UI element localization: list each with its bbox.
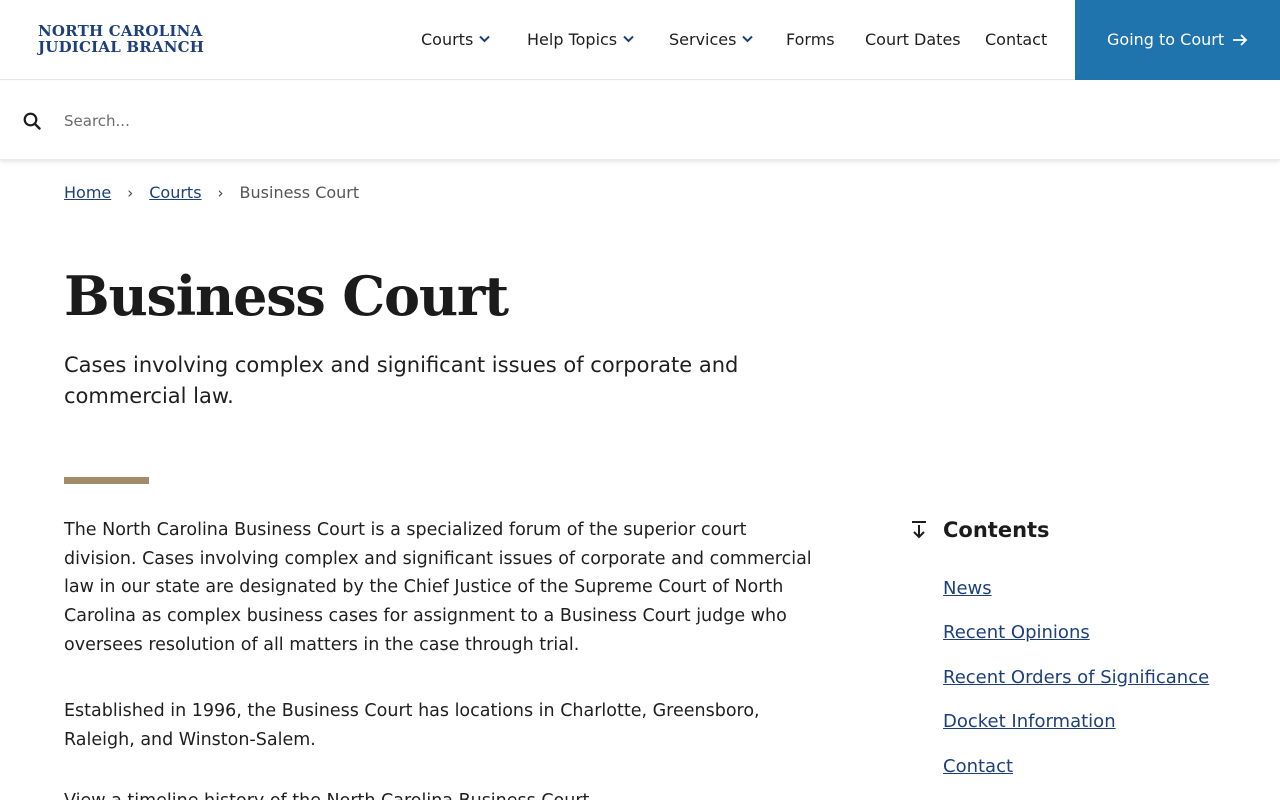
breadcrumb-current: Business Court: [239, 183, 360, 202]
breadcrumb-courts[interactable]: Courts: [149, 183, 201, 202]
site-header: NORTH CAROLINA JUDICIAL BRANCH Courts He…: [0, 0, 1280, 80]
breadcrumb-separator: ›: [127, 184, 134, 202]
contents-heading: Contents: [943, 518, 1050, 542]
nav-contact-label: Contact: [985, 30, 1048, 49]
breadcrumb-separator: ›: [217, 184, 224, 202]
nav-services-label: Services: [669, 30, 737, 49]
chevron-down-icon: [479, 35, 491, 43]
going-to-court-button[interactable]: Going to Court: [1075, 0, 1280, 80]
nav-forms-label: Forms: [786, 30, 835, 49]
established-paragraph: Established in 1996, the Business Court …: [64, 701, 760, 750]
page-title: Business Court: [64, 264, 509, 328]
chevron-down-icon: [623, 35, 634, 43]
breadcrumb-home[interactable]: Home: [64, 183, 111, 202]
page-subtitle: Cases involving complex and significant …: [64, 353, 739, 408]
going-to-court-label: Going to Court: [1107, 30, 1225, 49]
search-input[interactable]: [56, 101, 1236, 141]
arrow-down-to-line-icon: [912, 521, 926, 539]
nav-court-dates[interactable]: Court Dates: [865, 30, 961, 50]
toc-link-contact[interactable]: Contact: [943, 755, 1013, 779]
breadcrumb: Home › Courts › Business Court: [64, 183, 359, 203]
chevron-down-icon: [742, 35, 754, 43]
nav-courts-label: Courts: [421, 30, 474, 49]
toc-link-news[interactable]: News: [943, 577, 992, 601]
nav-help-topics[interactable]: Help Topics: [527, 30, 634, 50]
nav-court-dates-label: Court Dates: [865, 30, 961, 49]
search-icon[interactable]: [23, 112, 41, 130]
nav-forms[interactable]: Forms: [786, 30, 835, 50]
intro-paragraph: The North Carolina Business Court is a s…: [64, 520, 812, 655]
search-bar: [0, 81, 1280, 160]
toc-link-recent-opinions[interactable]: Recent Opinions: [943, 621, 1090, 645]
timeline-paragraph: View a timeline history of the North Car…: [64, 787, 824, 800]
toc-link-docket-information[interactable]: Docket Information: [943, 710, 1116, 734]
toc-link-recent-orders[interactable]: Recent Orders of Significance: [943, 666, 1209, 690]
arrow-right-icon: [1233, 34, 1248, 46]
accent-divider: [64, 477, 149, 484]
nav-help-topics-label: Help Topics: [527, 30, 618, 49]
nav-services[interactable]: Services: [669, 30, 754, 50]
nav-contact[interactable]: Contact: [985, 30, 1047, 50]
nav-courts[interactable]: Courts: [421, 30, 491, 50]
